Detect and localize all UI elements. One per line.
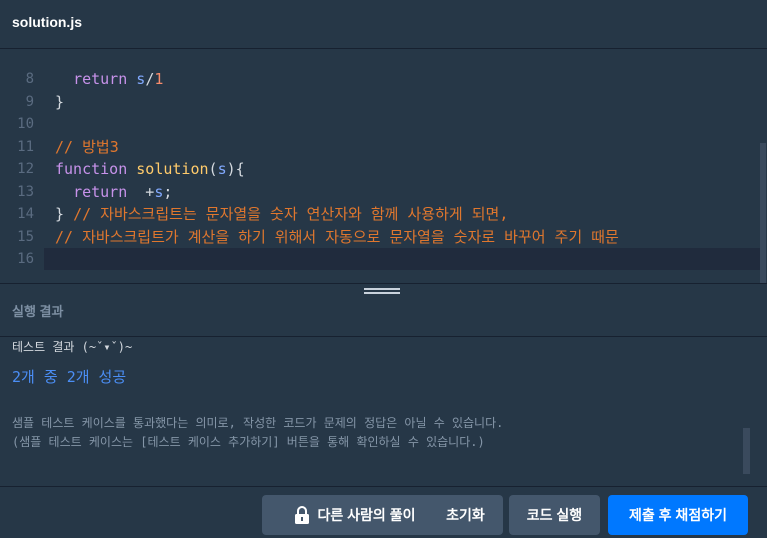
panel-splitter[interactable] xyxy=(0,283,767,297)
code-token: return xyxy=(73,182,128,201)
code-line[interactable]: 16 xyxy=(17,248,760,270)
code-editor[interactable]: 8 return s/1 9} 10 11// 방법3 12 function solut… xyxy=(0,50,767,283)
action-footer: 다른 사람의 풀이 초기화 코드 실행 제출 후 채점하기 xyxy=(0,486,767,538)
line-number: 8 xyxy=(25,71,34,87)
line-number: 9 xyxy=(25,93,34,110)
submit-button[interactable]: 제출 후 채점하기 xyxy=(608,495,748,535)
code-text: // 방법3 xyxy=(55,136,119,158)
code-token: ){ xyxy=(226,160,245,178)
code-token: return xyxy=(73,70,128,88)
code-token: // 방법3 xyxy=(55,137,119,156)
code-token: function xyxy=(55,160,128,178)
code-line[interactable]: 14} // 자바스크립트는 문자열을 숫자 연산자와 함께 사용하게 되면, xyxy=(0,203,760,225)
code-token: solution xyxy=(136,160,209,178)
test-note-1: 샘플 테스트 케이스를 통과했다는 의미로, 작성한 코드가 문제의 정답은 아… xyxy=(12,416,504,430)
result-panel-header: 실행 결과 xyxy=(0,297,767,337)
result-console: 테스트 결과 (~ˇ▾ˇ)~ 2개 중 2개 성공 샘플 테스트 케이스를 통과… xyxy=(0,338,767,486)
code-token: s xyxy=(217,160,227,178)
code-text: } xyxy=(55,91,64,113)
test-note-2: (샘플 테스트 케이스는 [테스트 케이스 추가하기] 버튼을 통해 확인하실 … xyxy=(12,435,485,449)
code-line[interactable]: 15 // 자바스크립트가 계산을 하기 위해서 자동으로 문자열을 숫자로 바꾸… xyxy=(0,226,760,248)
reset-button[interactable]: 초기화 xyxy=(428,495,503,535)
line-number: 13 xyxy=(17,183,34,200)
code-token: } xyxy=(55,205,74,223)
line-number: 15 xyxy=(17,228,34,245)
line-number: 16 xyxy=(17,251,34,267)
code-token: / xyxy=(145,70,155,88)
code-text: } // 자바스크립트는 문자열을 숫자 연산자와 함께 사용하게 되면, xyxy=(55,203,508,225)
line-number: 12 xyxy=(17,161,34,177)
line-number: 14 xyxy=(17,206,34,222)
code-token: + xyxy=(127,182,155,201)
editor-tab-bar: solution.js xyxy=(0,0,767,49)
result-title: 실행 결과 xyxy=(12,304,64,319)
code-token: s xyxy=(136,70,146,88)
console-scrollbar[interactable] xyxy=(743,428,750,474)
test-success-text: 2개 중 2개 성공 xyxy=(12,368,127,386)
code-token: 1 xyxy=(154,70,164,88)
file-tab-title[interactable]: solution.js xyxy=(12,14,82,30)
drag-handle-icon[interactable] xyxy=(364,288,400,296)
line-number: 10 xyxy=(17,116,34,132)
code-token: ; xyxy=(163,182,173,201)
other-solutions-button[interactable]: 다른 사람의 풀이 xyxy=(262,495,447,535)
line-number: 11 xyxy=(17,138,34,155)
test-result-label: 테스트 결과 (~ˇ▾ˇ)~ xyxy=(12,340,133,354)
code-line[interactable]: 9} xyxy=(0,91,760,113)
code-text: function solution(s){ xyxy=(55,158,245,180)
code-line[interactable]: 8 return s/1 xyxy=(0,68,760,90)
other-solutions-label: 다른 사람의 풀이 xyxy=(317,507,416,523)
code-text: return s/1 xyxy=(55,68,163,90)
code-token: // 자바스크립트는 문자열을 숫자 연산자와 함께 사용하게 되면, xyxy=(73,205,509,223)
code-text: return +s; xyxy=(55,181,172,203)
code-line[interactable]: 11 // 방법3 xyxy=(0,136,760,158)
code-token: } xyxy=(55,92,65,111)
run-code-button[interactable]: 코드 실행 xyxy=(509,495,600,535)
code-line[interactable]: 12 function solution(s){ xyxy=(0,158,760,180)
code-line[interactable]: 13 return +s; xyxy=(0,181,760,203)
code-token: ( xyxy=(208,160,218,178)
editor-scrollbar[interactable] xyxy=(760,143,766,283)
code-line[interactable]: 10 xyxy=(0,113,760,135)
code-text: // 자바스크립트가 계산을 하기 위해서 자동으로 문자열을 숫자로 바꾸어 … xyxy=(55,226,619,248)
code-token: // 자바스크립트가 계산을 하기 위해서 자동으로 문자열을 숫자로 바꾸어 … xyxy=(55,227,619,246)
lock-icon xyxy=(294,506,309,524)
